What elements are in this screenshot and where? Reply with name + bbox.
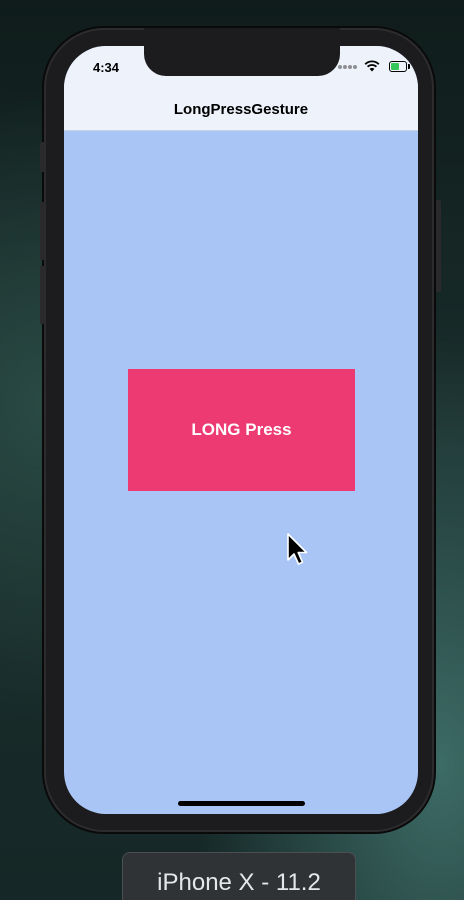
battery-level-fill [391,63,399,70]
power-button [436,200,441,292]
battery-tip [408,64,410,69]
nav-title: LongPressGesture [173,101,309,118]
volume-down-button [40,266,45,324]
wifi-icon [364,60,380,72]
navigation-bar: LongPressGesture [64,90,418,131]
battery-charging-icon [389,61,407,72]
status-icons [338,60,410,74]
mouse-pointer-icon [287,533,308,565]
simulator-device-label: iPhone X - 11.2 [122,852,356,900]
long-press-button[interactable]: LONG Press [128,369,355,491]
volume-up-button [40,202,45,260]
notch [144,28,340,76]
home-indicator[interactable] [178,801,305,806]
silent-switch [40,142,45,172]
status-time: 4:34 [93,60,120,75]
